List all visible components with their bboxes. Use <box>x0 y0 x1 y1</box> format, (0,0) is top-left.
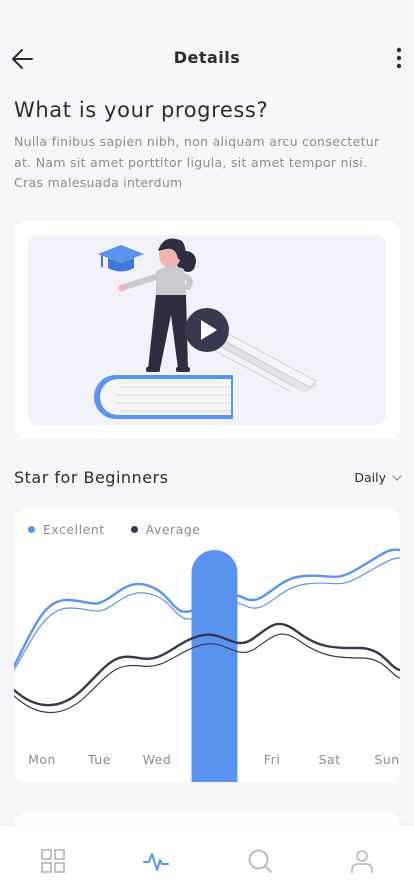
chevron-down-icon <box>392 474 402 481</box>
period-dropdown[interactable]: Daily <box>354 470 402 485</box>
progress-heading: What is your progress? <box>14 98 269 122</box>
search-icon <box>248 849 272 873</box>
bottom-tab-bar <box>0 826 414 896</box>
legend-excellent-label: Excellent <box>43 522 105 537</box>
highlight-column[interactable] <box>191 550 238 782</box>
section-title: Star for Beginners <box>14 468 169 487</box>
more-vertical-icon <box>396 47 402 69</box>
legend-excellent: Excellent <box>28 522 105 537</box>
tab-activity[interactable] <box>141 846 171 876</box>
top-bar: Details <box>0 40 414 76</box>
progress-description: Nulla finibus sapien nibh, non aliquam a… <box>14 134 380 190</box>
tab-dashboard[interactable] <box>38 846 68 876</box>
x-tick-label-tue: Tue <box>87 752 111 767</box>
user-icon <box>351 850 373 873</box>
legend-average-label: Average <box>145 522 201 537</box>
legend-average-dot <box>130 526 138 533</box>
hero-card <box>14 221 400 439</box>
x-tick-label-fri: Fri <box>264 752 280 767</box>
legend-average: Average <box>130 522 201 537</box>
x-tick-label-sat: Sat <box>319 752 341 767</box>
page-title: Details <box>173 48 241 67</box>
x-tick-label-mon: Mon <box>28 752 56 767</box>
grid-icon <box>41 849 65 873</box>
student-on-book-illustration <box>94 238 318 419</box>
more-options-button[interactable] <box>392 44 406 72</box>
video-thumbnail[interactable] <box>28 235 386 425</box>
chart-canvas: Mon Tue Wed Fri Sat Sun <box>14 548 400 782</box>
tab-profile[interactable] <box>347 846 377 876</box>
activity-icon <box>143 853 169 871</box>
chart-legend: Excellent Average <box>28 522 200 537</box>
progress-chart: Mon Tue Wed Fri Sat Sun Excellent Average <box>14 508 400 782</box>
x-tick-label-sun: Sun <box>374 752 399 767</box>
play-icon[interactable] <box>185 308 229 352</box>
legend-excellent-dot <box>28 526 35 533</box>
period-value: Daily <box>354 470 386 485</box>
x-tick-label-wed: Wed <box>143 752 172 767</box>
tab-search[interactable] <box>245 846 275 876</box>
